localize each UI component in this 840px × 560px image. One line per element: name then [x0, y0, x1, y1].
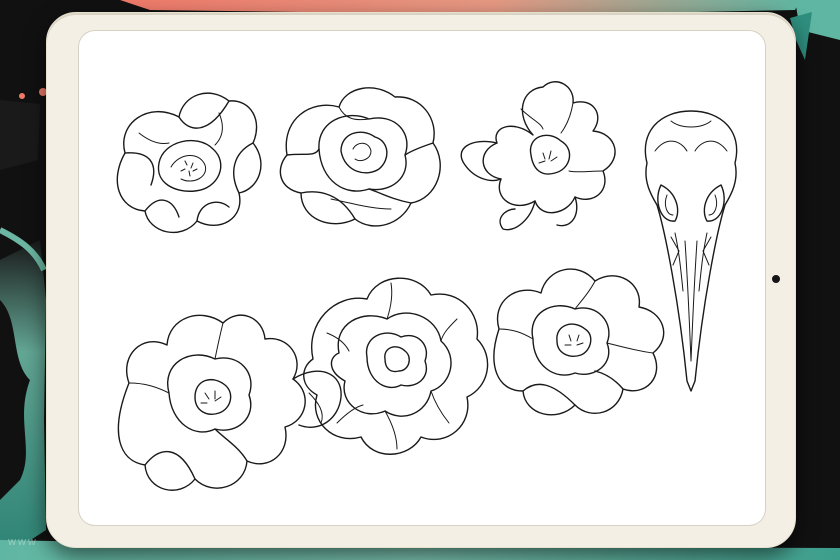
chrysanthemum-bloom [303, 277, 489, 455]
tablet-frame [46, 12, 796, 548]
bird-skull [644, 110, 738, 392]
tablet-camera [772, 275, 780, 283]
rose-bloom [279, 87, 441, 227]
peony-bloom-1 [116, 92, 262, 234]
tablet-screen [79, 31, 765, 525]
peony-bloom-2 [460, 81, 616, 231]
line-art-canvas [79, 31, 765, 525]
peony-side-view [117, 314, 342, 491]
watermark-text: www [8, 536, 38, 548]
peony-bloom-3 [493, 268, 665, 416]
